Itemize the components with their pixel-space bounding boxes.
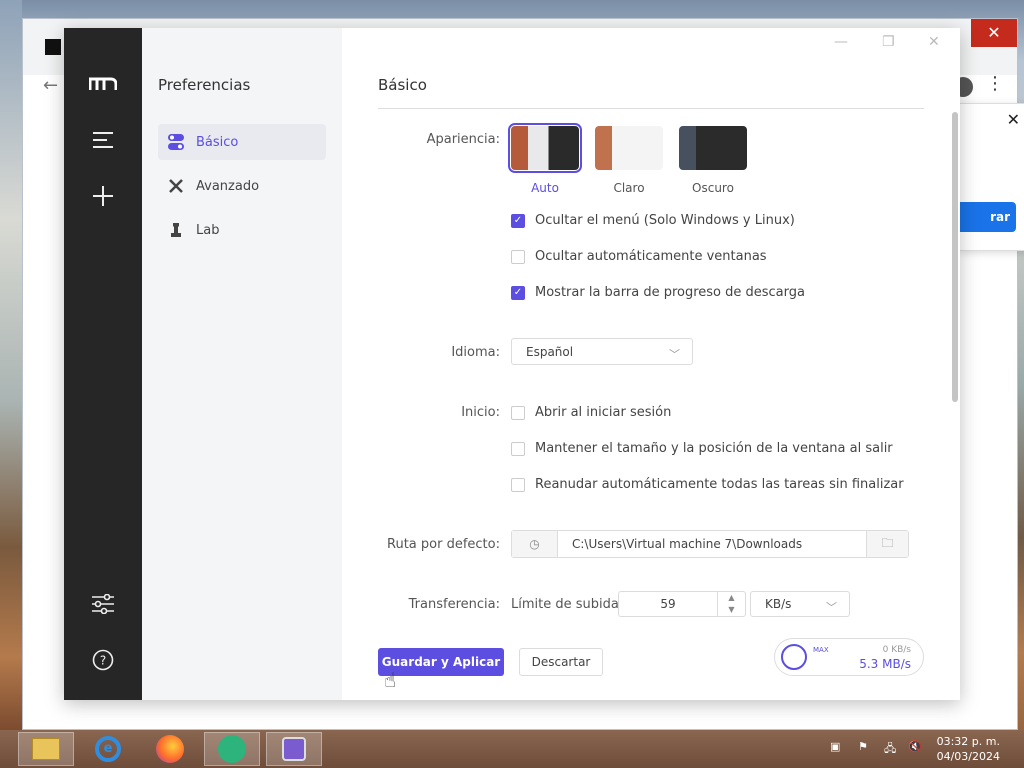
preferences-content: — ❐ ✕ Básico Apariencia: Auto Claro Oscu… <box>342 28 960 700</box>
save-apply-button[interactable]: Guardar y Aplicar <box>378 648 504 676</box>
checkbox-checked[interactable]: ✓ <box>511 213 525 228</box>
upload-limit-label: Límite de subida <box>511 597 619 612</box>
sidebar-title: Preferencias <box>158 76 251 94</box>
option-hide-menu[interactable]: ✓ Ocultar el menú (Solo Windows y Linux) <box>511 213 795 228</box>
browser-tab-icon[interactable] <box>45 39 61 55</box>
taskbar: e ▣ ⚑ 🖧 🔇 03:32 p. m. 04/03/2024 <box>0 730 1024 768</box>
language-value: Español <box>526 344 574 359</box>
option-label: Abrir al iniciar sesión <box>535 405 672 420</box>
menu-icon[interactable] <box>89 126 117 154</box>
browser-popup: ✕ rar <box>959 103 1024 251</box>
tray-flag-icon[interactable]: ⚑ <box>858 740 872 754</box>
option-show-progress[interactable]: ✓ Mostrar la barra de progreso de descarg… <box>511 285 805 300</box>
transfer-label: Transferencia: <box>408 597 500 612</box>
speed-max-label: MAX <box>813 646 829 654</box>
sidebar-item-basico[interactable]: Básico <box>158 124 326 160</box>
theme-dark-thumbnail[interactable] <box>679 126 747 170</box>
language-label: Idioma: <box>451 345 500 360</box>
upload-limit-value[interactable]: 59 <box>619 592 717 616</box>
clock-time: 03:32 p. m. <box>936 735 1000 748</box>
theme-auto-thumbnail[interactable] <box>508 123 582 173</box>
decrement-icon[interactable]: ▼ <box>718 604 745 616</box>
upload-limit-stepper[interactable]: 59 ▲ ▼ <box>618 591 746 617</box>
wrench-icon <box>169 179 183 193</box>
option-label: Mostrar la barra de progreso de descarga <box>535 285 805 300</box>
preferences-sidebar: Preferencias Básico Avanzado Lab <box>142 28 342 700</box>
option-label: Ocultar el menú (Solo Windows y Linux) <box>535 213 795 228</box>
mouse-cursor-icon: ☝ <box>384 668 397 692</box>
tray-screen-icon[interactable]: ▣ <box>830 740 844 754</box>
theme-dark-label: Oscuro <box>692 181 734 195</box>
back-arrow-icon[interactable]: ← <box>43 75 58 96</box>
icon-rail: ? <box>64 28 142 700</box>
tray-network-icon[interactable]: 🖧 <box>884 740 898 755</box>
maximize-button[interactable]: ❐ <box>882 34 895 50</box>
page-title: Básico <box>378 76 427 94</box>
close-icon[interactable]: ✕ <box>1007 110 1020 129</box>
app-window: ? Preferencias Básico Avanzado Lab — ❐ ✕… <box>64 28 960 700</box>
upload-speed: 0 KB/s <box>882 645 911 655</box>
sidebar-item-lab[interactable]: Lab <box>158 212 326 248</box>
popup-action-button[interactable]: rar <box>960 202 1016 232</box>
svg-text:?: ? <box>100 654 106 668</box>
appearance-label: Apariencia: <box>426 132 500 147</box>
option-auto-hide-windows[interactable]: Ocultar automáticamente ventanas <box>511 249 767 264</box>
sidebar-item-label: Básico <box>196 134 239 150</box>
firefox-icon[interactable] <box>142 732 198 766</box>
clock[interactable]: 03:32 p. m. 04/03/2024 <box>937 734 1000 764</box>
speed-indicator[interactable]: MAX 0 KB/s 5.3 MB/s <box>774 638 924 676</box>
menu-kebab-icon[interactable]: ⋮ <box>986 73 1004 94</box>
option-label: Ocultar automáticamente ventanas <box>535 249 767 264</box>
path-label: Ruta por defecto: <box>387 537 500 552</box>
discard-button[interactable]: Descartar <box>519 648 603 676</box>
option-label: Mantener el tamaño y la posición de la v… <box>535 441 893 456</box>
download-speed: 5.3 MB/s <box>859 657 911 671</box>
speedometer-icon <box>781 644 807 670</box>
checkbox[interactable] <box>511 405 525 420</box>
unit-select[interactable]: KB/s ﹀ <box>750 591 850 617</box>
motrix-app-icon[interactable] <box>204 732 260 766</box>
theme-light-thumbnail[interactable] <box>595 126 663 170</box>
startup-label: Inicio: <box>461 405 500 420</box>
divider <box>378 108 924 109</box>
internet-explorer-icon[interactable]: e <box>80 732 136 766</box>
desktop-background <box>0 0 22 730</box>
file-explorer-icon[interactable] <box>18 732 74 766</box>
toggle-icon <box>168 134 184 150</box>
folder-icon[interactable]: 🗀 <box>866 531 908 557</box>
language-select[interactable]: Español ﹀ <box>511 338 693 365</box>
increment-icon[interactable]: ▲ <box>718 592 745 604</box>
checkbox-checked[interactable]: ✓ <box>511 285 525 300</box>
history-icon[interactable]: ◷ <box>512 531 558 557</box>
close-button[interactable]: ✕ <box>928 34 940 50</box>
theme-auto-label: Auto <box>531 181 559 195</box>
scrollbar[interactable] <box>952 112 958 402</box>
option-resume-tasks[interactable]: Reanudar automáticamente todas las tarea… <box>511 477 904 492</box>
option-label: Reanudar automáticamente todas las tarea… <box>535 477 904 492</box>
theme-light-label: Claro <box>613 181 645 195</box>
path-value[interactable]: C:\Users\Virtual machine 7\Downloads <box>558 531 866 557</box>
option-keep-window-size[interactable]: Mantener el tamaño y la posición de la v… <box>511 441 893 456</box>
clock-date: 04/03/2024 <box>936 750 1000 763</box>
minimize-button[interactable]: — <box>834 34 848 50</box>
flask-icon <box>171 223 181 237</box>
sidebar-item-label: Lab <box>196 222 220 238</box>
tray-volume-muted-icon[interactable]: 🔇 <box>908 740 922 754</box>
sidebar-item-avanzado[interactable]: Avanzado <box>158 168 326 204</box>
help-icon[interactable]: ? <box>89 646 117 674</box>
default-path-field[interactable]: ◷ C:\Users\Virtual machine 7\Downloads 🗀 <box>511 530 909 558</box>
checkbox[interactable] <box>511 477 525 492</box>
settings-sliders-icon[interactable] <box>89 590 117 618</box>
chevron-down-icon: ﹀ <box>826 601 837 614</box>
sidebar-item-label: Avanzado <box>196 178 260 194</box>
unit-value: KB/s <box>765 597 792 611</box>
checkbox[interactable] <box>511 249 525 264</box>
option-open-at-login[interactable]: Abrir al iniciar sesión <box>511 405 671 420</box>
add-icon[interactable] <box>89 182 117 210</box>
logo-icon <box>89 70 117 98</box>
chevron-down-icon: ﹀ <box>669 348 680 361</box>
checkbox[interactable] <box>511 441 525 456</box>
browser-close-button[interactable]: ✕ <box>971 19 1017 47</box>
app-window-icon[interactable] <box>266 732 322 766</box>
